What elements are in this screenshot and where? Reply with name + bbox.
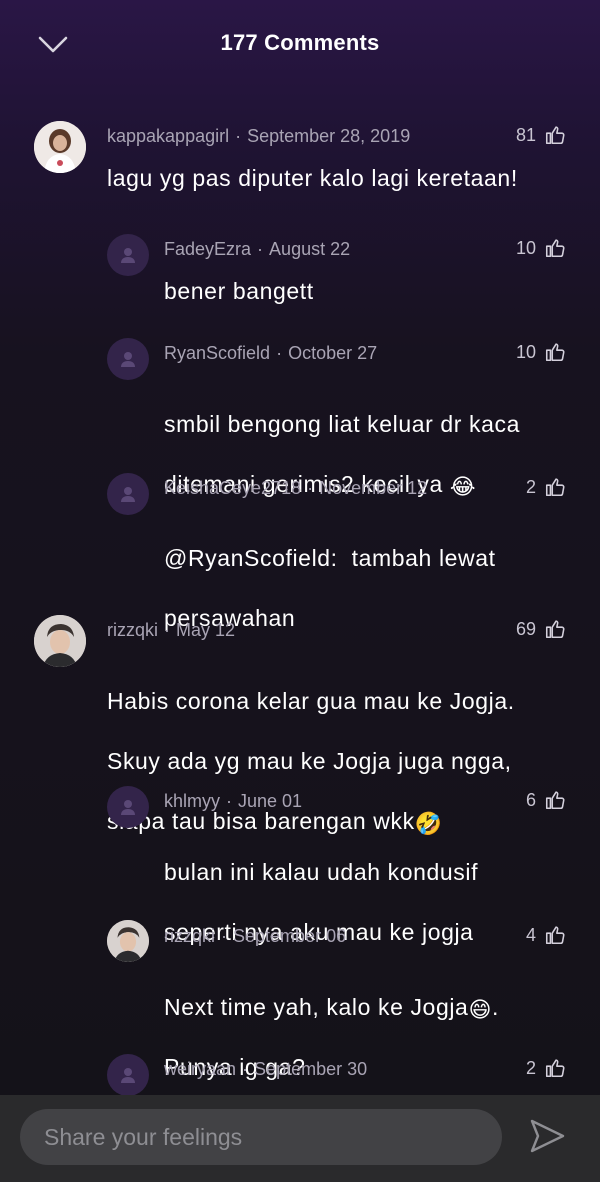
thumbs-up-icon[interactable]: [544, 618, 566, 640]
like-count: 10: [515, 341, 536, 362]
user-icon: [121, 1068, 135, 1083]
comment-meta: khlmyy · June 01: [164, 791, 303, 811]
thumbs-up-icon[interactable]: [544, 341, 566, 363]
thumbs-up-icon[interactable]: [544, 124, 566, 146]
comment-date: May 12: [176, 620, 236, 640]
comment-text-line: Skuy ada yg mau ke Jogja juga ngga,: [107, 748, 512, 774]
comment-username[interactable]: khlmyy: [164, 791, 220, 811]
like-control[interactable]: 10: [516, 341, 566, 363]
like-count: 6: [525, 789, 536, 810]
avatar-placeholder[interactable]: [107, 234, 149, 276]
like-control[interactable]: 2: [526, 1057, 566, 1079]
comment-date: August 22: [269, 239, 351, 259]
avatar[interactable]: [107, 920, 149, 962]
grinning-emoji-icon: 😄: [468, 997, 492, 1022]
comment-date: October 27: [288, 343, 378, 363]
user-icon: [121, 352, 135, 367]
thumbs-up-icon[interactable]: [544, 1057, 566, 1079]
comment-composer: [0, 1095, 600, 1182]
comment-meta: rizzqki · May 12: [107, 620, 236, 640]
comment-username[interactable]: kappakappagirl: [107, 126, 229, 146]
like-control[interactable]: 69: [516, 618, 566, 640]
comment-text-line: bulan ini kalau udah kondusif: [164, 859, 479, 885]
avatar-placeholder[interactable]: [107, 338, 149, 380]
comment-list[interactable]: kappakappagirl · September 28, 2019 81 lag…: [0, 0, 600, 1095]
thumbs-up-icon[interactable]: [544, 924, 566, 946]
comment-username[interactable]: rizzqki: [164, 926, 215, 946]
like-count: 2: [525, 1057, 536, 1078]
thumbs-up-icon[interactable]: [544, 476, 566, 498]
avatar-placeholder[interactable]: [107, 1054, 149, 1095]
comment-username[interactable]: RyanScofield: [164, 343, 270, 363]
like-count: 2: [525, 476, 536, 497]
comment-date: June 01: [238, 791, 303, 811]
comment-text-line: @RyanScofield: tambah lewat: [164, 545, 496, 571]
avatar[interactable]: [34, 121, 86, 173]
like-control[interactable]: 81: [516, 124, 566, 146]
comment-text: lagu yg pas diputer kalo lagi keretaan!: [107, 165, 518, 191]
avatar-placeholder[interactable]: [107, 786, 149, 828]
send-icon[interactable]: [526, 1115, 568, 1157]
user-icon: [121, 487, 135, 502]
like-count: 4: [525, 924, 536, 945]
comment-username[interactable]: FadeyEzra: [164, 239, 251, 259]
thumbs-up-icon[interactable]: [544, 789, 566, 811]
comment-date: September 06: [233, 926, 347, 946]
comment-input[interactable]: [42, 1122, 486, 1152]
comment-username[interactable]: weiryaan: [164, 1059, 236, 1079]
comment-input-container[interactable]: [20, 1109, 502, 1165]
thumbs-up-icon[interactable]: [544, 237, 566, 259]
comment-text-line: smbil bengong liat keluar dr kaca: [164, 411, 521, 437]
avatar[interactable]: [34, 615, 86, 667]
comment-text-line: Next time yah, kalo ke Jogja😄.: [164, 994, 499, 1022]
like-control[interactable]: 6: [526, 789, 566, 811]
laughing-emoji-icon: 😂: [449, 474, 477, 499]
user-icon: [121, 800, 135, 815]
like-count: 69: [515, 618, 536, 639]
comment-text-line: Habis corona kelar gua mau ke Jogja.: [107, 688, 515, 714]
user-icon: [121, 248, 135, 263]
like-control[interactable]: 2: [526, 476, 566, 498]
comment-text: smbil bengong liat keluar dr kaca ditema…: [164, 379, 520, 529]
comment-date: November 12: [319, 478, 428, 498]
comment-meta: KeishaCeye2718 · November 12: [164, 478, 428, 498]
comment-meta: kappakappagirl · September 28, 2019: [107, 126, 411, 146]
comment-date: September 30: [254, 1059, 368, 1079]
like-control[interactable]: 10: [516, 237, 566, 259]
comment-text: bulan ini kalau udah kondusif seperti ny…: [164, 827, 478, 977]
comment-meta: RyanScofield · October 27: [164, 343, 378, 363]
comment-meta: FadeyEzra · August 22: [164, 239, 351, 259]
comment-text: bener bangett: [164, 278, 314, 304]
comment-date: September 28, 2019: [247, 126, 411, 146]
comment-username[interactable]: rizzqki: [107, 620, 158, 640]
like-count: 81: [515, 124, 536, 145]
comment-meta: weiryaan · September 30: [164, 1059, 368, 1079]
comment-meta: rizzqki · September 06: [164, 926, 347, 946]
like-control[interactable]: 4: [526, 924, 566, 946]
comment-username[interactable]: KeishaCeye2718: [164, 478, 301, 498]
like-count: 10: [515, 237, 536, 258]
avatar-placeholder[interactable]: [107, 473, 149, 515]
